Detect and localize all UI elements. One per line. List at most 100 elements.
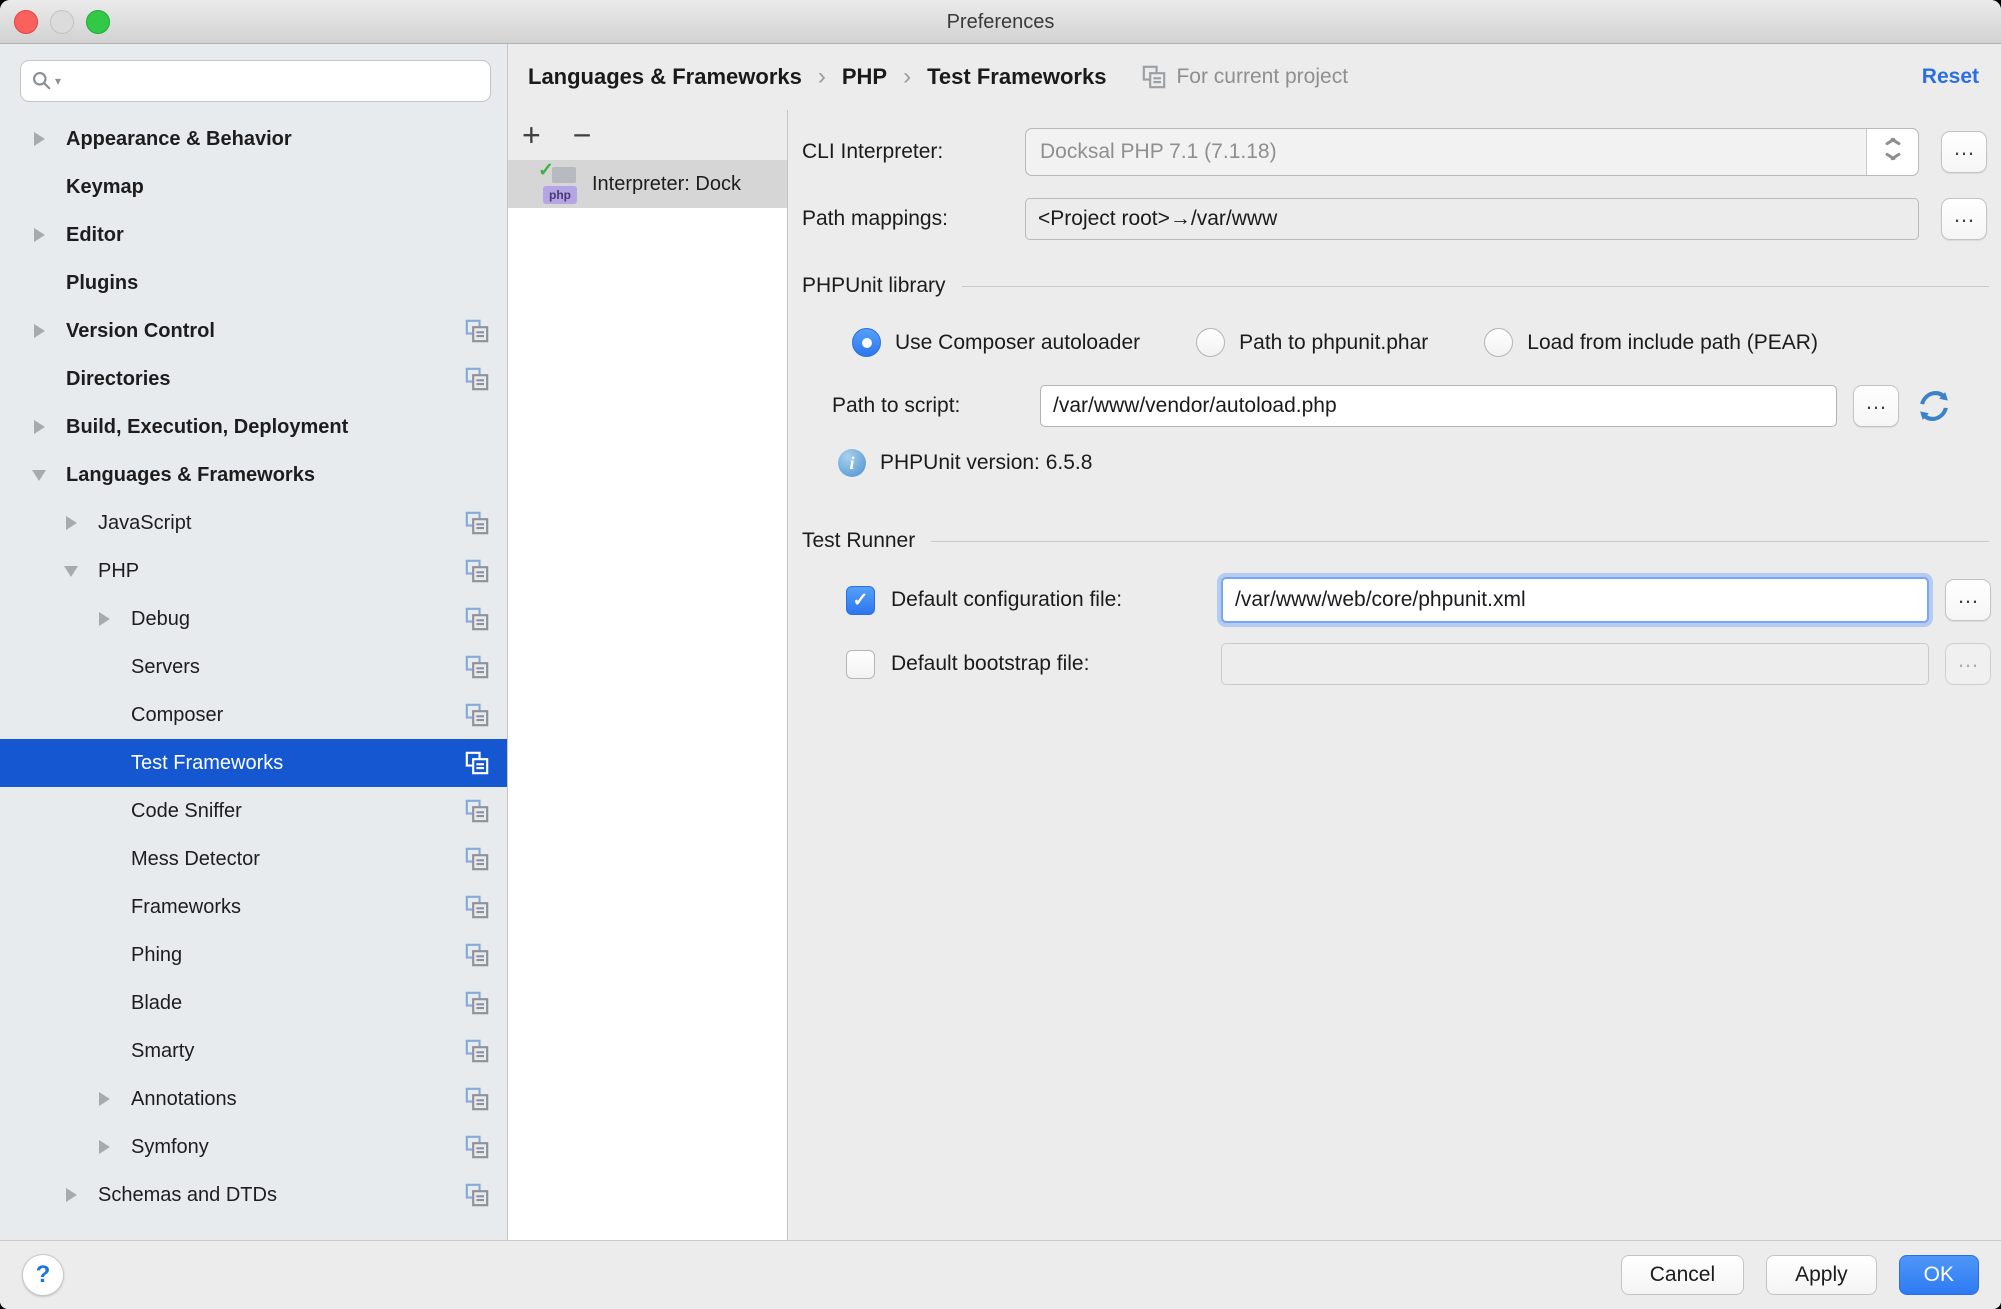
sidebar-item-mess-detector[interactable]: Mess Detector	[0, 835, 507, 883]
sidebar-item-keymap[interactable]: Keymap	[0, 163, 507, 211]
add-interpreter-button[interactable]: +	[522, 119, 541, 151]
chevron-right-icon[interactable]	[28, 224, 50, 246]
sidebar-item-label: Phing	[131, 944, 182, 967]
interpreter-list-item[interactable]: ✓ php Interpreter: Dock	[508, 160, 787, 208]
select-stepper-icon[interactable]	[1866, 129, 1918, 175]
apply-button[interactable]: Apply	[1766, 1255, 1877, 1295]
chevron-down-icon[interactable]	[60, 560, 82, 582]
ok-button[interactable]: OK	[1899, 1255, 1979, 1295]
radio-option-pear[interactable]: Load from include path (PEAR)	[1484, 328, 1818, 357]
sidebar-item-version-control[interactable]: Version Control	[0, 307, 507, 355]
php-interpreter-icon: ✓ php	[538, 164, 584, 204]
sidebar-item-plugins[interactable]: Plugins	[0, 259, 507, 307]
sidebar-item-appearance-behavior[interactable]: Appearance & Behavior	[0, 115, 507, 163]
settings-sidebar: ▾ Appearance & Behavior Keymap EditorPlugi…	[0, 44, 508, 1240]
radio-selected-icon[interactable]	[852, 328, 881, 357]
current-project-icon	[1140, 63, 1168, 91]
sidebar-item-label: Build, Execution, Deployment	[66, 416, 348, 439]
sidebar-item-smarty[interactable]: Smarty	[0, 1027, 507, 1075]
sidebar-item-symfony[interactable]: Symfony	[0, 1123, 507, 1171]
breadcrumb: Languages & Frameworks › PHP › Test Fram…	[508, 44, 2001, 110]
sidebar-item-label: Smarty	[131, 1040, 194, 1063]
sidebar-item-languages-frameworks[interactable]: Languages & Frameworks	[0, 451, 507, 499]
chevron-right-icon[interactable]	[60, 1184, 82, 1206]
radio-unselected-icon[interactable]	[1196, 328, 1225, 357]
sidebar-item-servers[interactable]: Servers	[0, 643, 507, 691]
path-to-script-browse-button[interactable]: …	[1853, 385, 1899, 427]
path-to-script-field[interactable]	[1040, 385, 1837, 427]
default-config-browse-button[interactable]: …	[1945, 579, 1991, 621]
radio-option-composer[interactable]: Use Composer autoloader	[852, 328, 1140, 357]
chevron-right-icon[interactable]	[28, 320, 50, 342]
arrow-spacer	[93, 656, 115, 678]
project-settings-icon	[463, 317, 491, 345]
path-mappings-browse-button[interactable]: …	[1941, 198, 1987, 240]
project-settings-icon	[463, 1037, 491, 1065]
cancel-button[interactable]: Cancel	[1621, 1255, 1744, 1295]
radio-unselected-icon[interactable]	[1484, 328, 1513, 357]
sidebar-item-javascript[interactable]: JavaScript	[0, 499, 507, 547]
chevron-right-icon[interactable]	[93, 1136, 115, 1158]
project-settings-icon	[463, 1085, 491, 1113]
cli-interpreter-browse-button[interactable]: …	[1941, 131, 1987, 173]
window-title: Preferences	[0, 0, 2001, 44]
sidebar-item-build-execution-deployment[interactable]: Build, Execution, Deployment	[0, 403, 507, 451]
sidebar-item-phing[interactable]: Phing	[0, 931, 507, 979]
phpunit-library-section-title: PHPUnit library	[802, 274, 946, 298]
breadcrumb-languages-frameworks[interactable]: Languages & Frameworks	[528, 64, 802, 90]
sidebar-item-label: Test Frameworks	[131, 752, 283, 775]
chevron-right-icon[interactable]	[28, 128, 50, 150]
search-input[interactable]	[69, 63, 480, 99]
default-config-field[interactable]	[1221, 577, 1929, 623]
sidebar-item-annotations[interactable]: Annotations	[0, 1075, 507, 1123]
sidebar-item-label: Servers	[131, 656, 200, 679]
project-settings-icon	[463, 701, 491, 729]
sidebar-item-composer[interactable]: Composer	[0, 691, 507, 739]
arrow-spacer	[93, 944, 115, 966]
refresh-icon[interactable]	[1913, 387, 1955, 425]
chevron-right-icon[interactable]	[93, 608, 115, 630]
default-config-checkbox[interactable]: ✓	[846, 586, 875, 615]
help-button[interactable]: ?	[22, 1254, 64, 1296]
minimize-button[interactable]	[50, 10, 74, 34]
zoom-button[interactable]	[86, 10, 110, 34]
breadcrumb-separator: ›	[818, 63, 826, 91]
chevron-right-icon[interactable]	[28, 416, 50, 438]
chevron-down-icon[interactable]	[28, 464, 50, 486]
project-settings-icon	[463, 1133, 491, 1161]
sidebar-item-debug[interactable]: Debug	[0, 595, 507, 643]
project-settings-icon	[463, 653, 491, 681]
chevron-right-icon[interactable]	[60, 512, 82, 534]
remove-interpreter-button[interactable]: −	[573, 119, 592, 151]
sidebar-item-label: Keymap	[66, 176, 144, 199]
sidebar-item-editor[interactable]: Editor	[0, 211, 507, 259]
path-mappings-field[interactable]	[1025, 198, 1919, 240]
sidebar-item-label: Directories	[66, 368, 171, 391]
sidebar-item-label: Code Sniffer	[131, 800, 242, 823]
arrow-spacer	[93, 992, 115, 1014]
arrow-spacer	[93, 800, 115, 822]
radio-option-phar[interactable]: Path to phpunit.phar	[1196, 328, 1428, 357]
info-icon: i	[838, 449, 866, 477]
breadcrumb-test-frameworks: Test Frameworks	[927, 64, 1106, 90]
sidebar-item-blade[interactable]: Blade	[0, 979, 507, 1027]
close-button[interactable]	[14, 10, 38, 34]
search-box[interactable]: ▾	[20, 60, 491, 102]
sidebar-item-label: Frameworks	[131, 896, 241, 919]
sidebar-item-test-frameworks[interactable]: Test Frameworks	[0, 739, 507, 787]
reset-link[interactable]: Reset	[1922, 65, 1979, 89]
default-bootstrap-field	[1221, 643, 1929, 685]
sidebar-item-code-sniffer[interactable]: Code Sniffer	[0, 787, 507, 835]
sidebar-item-php[interactable]: PHP	[0, 547, 507, 595]
sidebar-item-directories[interactable]: Directories	[0, 355, 507, 403]
search-options-caret[interactable]: ▾	[55, 74, 61, 88]
title-bar: Preferences	[0, 0, 2001, 44]
sidebar-item-schemas-and-dtds[interactable]: Schemas and DTDs	[0, 1171, 507, 1219]
default-bootstrap-checkbox[interactable]	[846, 650, 875, 679]
path-mappings-label: Path mappings:	[802, 207, 1025, 231]
cli-interpreter-select[interactable]: Docksal PHP 7.1 (7.1.18)	[1025, 128, 1919, 176]
breadcrumb-php[interactable]: PHP	[842, 64, 887, 90]
project-settings-icon	[463, 1181, 491, 1209]
chevron-right-icon[interactable]	[93, 1088, 115, 1110]
sidebar-item-frameworks[interactable]: Frameworks	[0, 883, 507, 931]
